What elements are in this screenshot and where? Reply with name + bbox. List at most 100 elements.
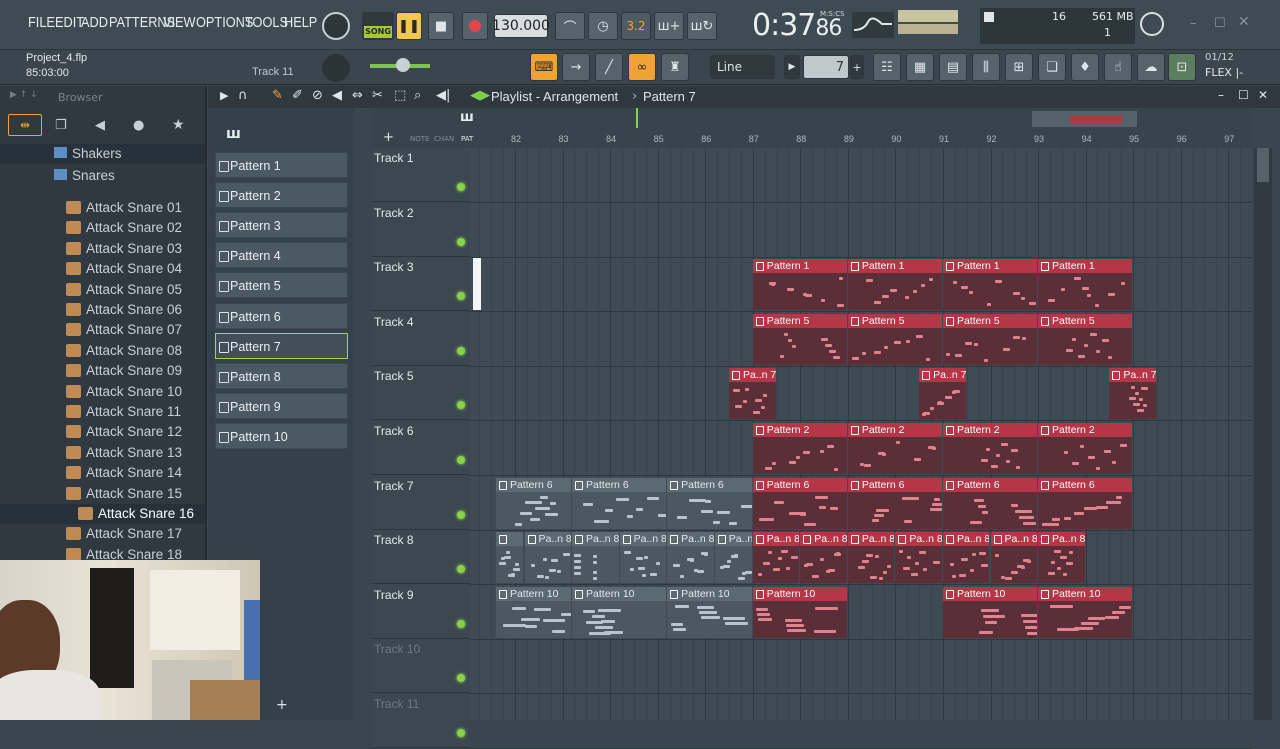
- pattern-clip[interactable]: Pattern 5: [1038, 313, 1133, 365]
- track-mute-led[interactable]: [457, 674, 465, 683]
- pattern-clip[interactable]: Pattern 2: [1038, 423, 1133, 474]
- pattern-clip[interactable]: Pa..n 8: [619, 532, 667, 584]
- all-files-tab[interactable]: ⇹: [8, 114, 42, 136]
- pattern-list-item[interactable]: Pattern 2: [215, 182, 348, 209]
- pattern-clip[interactable]: Pa..n 8: [895, 532, 942, 584]
- playlist-minimize-icon[interactable]: –: [1218, 88, 1224, 102]
- track-mute-led[interactable]: [457, 729, 465, 737]
- browser-file-item[interactable]: Attack Snare 01: [0, 198, 205, 218]
- slider-handle[interactable]: [396, 58, 410, 72]
- pattern-clip[interactable]: Pa..n 8: [524, 532, 572, 584]
- arrow-right-icon[interactable]: →: [562, 53, 590, 81]
- snap-select[interactable]: Line: [710, 55, 775, 79]
- pattern-prev-icon[interactable]: ▶: [784, 55, 800, 79]
- sound-tab[interactable]: ●: [133, 118, 144, 133]
- cloud-icon[interactable]: ☁: [1137, 53, 1165, 81]
- record-button[interactable]: [462, 12, 488, 40]
- pattern-clip[interactable]: [495, 532, 524, 584]
- pattern-clip[interactable]: Pa..n 8: [752, 532, 800, 584]
- link-icon[interactable]: ∞: [628, 53, 656, 81]
- piano-roll-icon[interactable]: ▦: [906, 53, 934, 81]
- track-mute-led[interactable]: [457, 510, 465, 519]
- track-header[interactable]: Track 6: [372, 421, 470, 475]
- pattern-clip[interactable]: Pattern 6: [1038, 477, 1133, 529]
- track-mute-led[interactable]: [457, 346, 465, 355]
- pattern-clip[interactable]: Pattern 10: [752, 586, 847, 638]
- pattern-clip[interactable]: Pa..n 7: [728, 368, 776, 420]
- pattern-clip[interactable]: Pattern 1: [752, 259, 847, 311]
- pattern-list-item[interactable]: Pattern 1: [215, 152, 348, 178]
- pattern-clip[interactable]: Pattern 1: [942, 259, 1038, 311]
- pattern-clip[interactable]: Pattern 2: [942, 423, 1038, 474]
- pattern-clip[interactable]: Pa..n 8: [714, 532, 752, 584]
- pattern-clip[interactable]: Pattern 6: [495, 477, 572, 529]
- track-header[interactable]: Track 4: [372, 311, 470, 366]
- blend-notes-icon[interactable]: ш+: [654, 12, 684, 40]
- browser-file-item[interactable]: Attack Snare 14: [0, 463, 205, 483]
- pattern-list-item[interactable]: Pattern 9: [215, 392, 348, 419]
- pattern-clip[interactable]: Pattern 1: [1038, 259, 1133, 311]
- browser-file-item[interactable]: Attack Snare 08: [0, 341, 205, 361]
- hint-knob[interactable]: [322, 54, 350, 82]
- folder-snares[interactable]: Snares: [0, 166, 205, 186]
- pattern-clip[interactable]: Pattern 6: [752, 477, 847, 529]
- pattern-list-item[interactable]: Pattern 7: [215, 332, 348, 359]
- pattern-clip[interactable]: Pattern 6: [942, 477, 1038, 529]
- pattern-clip[interactable]: Pattern 5: [752, 313, 847, 365]
- favorites-tab[interactable]: ★: [172, 117, 185, 133]
- minimize-window-icon[interactable]: –: [1190, 16, 1197, 31]
- pattern-clip[interactable]: Pattern 10: [495, 586, 572, 638]
- browser-file-item[interactable]: Attack Snare 04: [0, 259, 205, 279]
- pattern-list-item[interactable]: Pattern 6: [215, 302, 348, 329]
- playlist-arrow-icon[interactable]: ◀▶: [470, 88, 490, 103]
- mute-tool-icon[interactable]: ◀: [332, 88, 342, 103]
- track-header[interactable]: Track 8: [372, 530, 470, 585]
- playhead[interactable]: [636, 108, 638, 128]
- track-header[interactable]: Track 9: [372, 584, 470, 639]
- browser-file-item[interactable]: Attack Snare 16: [0, 504, 205, 524]
- pattern-picker-icon[interactable]: ш: [226, 126, 241, 142]
- paint-tool-icon[interactable]: ✐: [292, 88, 303, 103]
- maximize-window-icon[interactable]: ☐: [1214, 16, 1226, 31]
- track-header[interactable]: Track 10: [372, 639, 470, 694]
- current-project-tab[interactable]: ❐: [55, 118, 67, 133]
- pause-button[interactable]: ❚❚: [396, 12, 422, 40]
- menu-help[interactable]: HELP: [284, 14, 317, 31]
- pattern-clip[interactable]: Pattern 5: [942, 313, 1038, 365]
- channel-rack-icon[interactable]: ▤: [939, 53, 967, 81]
- pattern-clip[interactable]: Pa..n 8: [1038, 532, 1085, 584]
- slice-tool-icon[interactable]: ✂: [372, 88, 383, 103]
- browser-file-item[interactable]: Attack Snare 07: [0, 320, 205, 340]
- step-edit-button[interactable]: 3.2: [621, 12, 651, 40]
- playlist-close-icon[interactable]: ✕: [1258, 88, 1268, 102]
- playlist-menu-icon[interactable]: ▶: [220, 89, 228, 102]
- plugin-database-tab[interactable]: ◀: [95, 118, 105, 133]
- loop-record-icon[interactable]: ш↻: [687, 12, 717, 40]
- browser-file-item[interactable]: Attack Snare 03: [0, 239, 205, 259]
- pat-song-switch[interactable]: SONG: [362, 12, 394, 40]
- folder-shakers[interactable]: Shakers: [0, 144, 205, 164]
- browser-file-item[interactable]: Attack Snare 10: [0, 382, 205, 402]
- add-track-icon[interactable]: +: [383, 130, 394, 145]
- browser-collapse-icon[interactable]: ▶ ↑ ↓: [10, 90, 38, 100]
- track-mute-led[interactable]: [457, 619, 465, 628]
- master-volume-knob[interactable]: [322, 12, 350, 40]
- project-icon[interactable]: ❏: [1038, 53, 1066, 81]
- playlist-icon[interactable]: ☷: [873, 53, 901, 81]
- menu-add[interactable]: ADD: [81, 14, 108, 31]
- playback-tool-icon[interactable]: ◀|: [436, 88, 450, 103]
- pattern-clip-icon[interactable]: ш: [460, 110, 474, 125]
- browser-file-item[interactable]: Attack Snare 09: [0, 361, 205, 381]
- plugin-picker-icon[interactable]: ♦: [1071, 53, 1099, 81]
- browser-icon[interactable]: ⊞: [1005, 53, 1033, 81]
- track-header[interactable]: Track 5: [372, 366, 470, 421]
- track-mute-led[interactable]: [457, 237, 465, 246]
- browser-file-item[interactable]: Attack Snare 11: [0, 402, 205, 422]
- wait-input-icon[interactable]: ◷: [588, 12, 618, 40]
- add-pattern-button[interactable]: +: [276, 697, 288, 713]
- pattern-list-item[interactable]: Pattern 8: [215, 362, 348, 389]
- ruler-scroll-thumb[interactable]: [1032, 111, 1137, 127]
- playlist-maximize-icon[interactable]: ☐: [1238, 88, 1249, 102]
- track-header[interactable]: Track 2: [372, 202, 470, 257]
- zoom-tool-icon[interactable]: ⌕: [414, 88, 421, 103]
